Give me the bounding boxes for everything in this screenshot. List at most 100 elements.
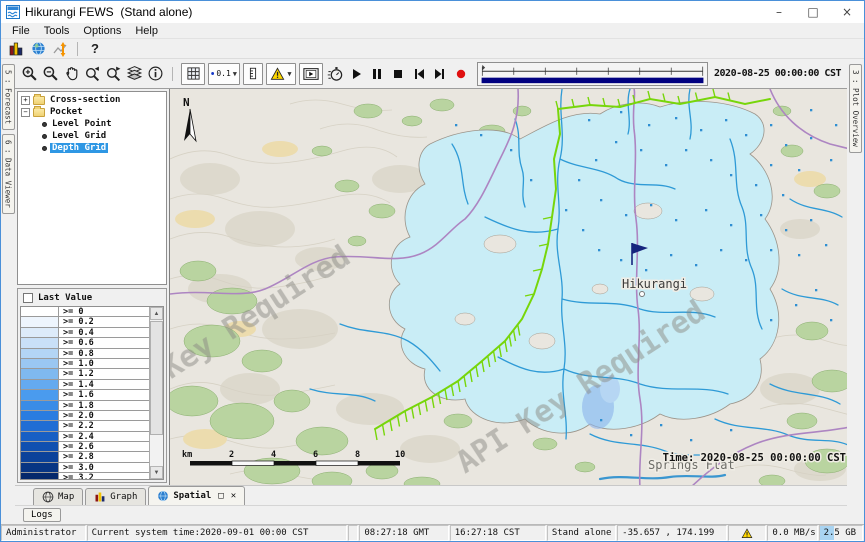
legend-row[interactable]: >= 0.8 (21, 349, 149, 359)
explorer-button[interactable] (5, 40, 27, 58)
info-button[interactable] (145, 62, 165, 86)
timestep-button[interactable] (325, 62, 345, 86)
legend-row[interactable]: >= 1.2 (21, 369, 149, 379)
legend-row[interactable]: >= 2.2 (21, 421, 149, 431)
scalebar-button[interactable] (243, 63, 263, 85)
collapse-icon[interactable]: − (21, 108, 30, 117)
zoom-out-button[interactable] (40, 62, 60, 86)
map-display-button[interactable] (27, 40, 49, 58)
legend-scrollbar[interactable]: ▲ ▼ (149, 307, 163, 479)
spatial-close-button[interactable]: ✕ (231, 491, 236, 501)
legend-row[interactable]: >= 0.2 (21, 317, 149, 327)
legend-label: >= 0.8 (59, 349, 149, 358)
grid-button[interactable] (181, 63, 205, 85)
grid-icon (186, 66, 201, 81)
tree-item-pocket[interactable]: − Pocket (18, 106, 166, 118)
menu-item-help[interactable]: Help (128, 25, 165, 37)
last-value-label: Last Value (38, 293, 92, 303)
scroll-up-icon[interactable]: ▲ (150, 307, 163, 320)
stop-button[interactable] (388, 62, 408, 86)
tab-plot-overview[interactable]: 3 : Plot Overview (849, 64, 862, 153)
stopwatch-icon (327, 65, 344, 82)
point-size-dropdown[interactable]: 0.1 ▼ (208, 63, 240, 85)
legend-swatch (21, 369, 59, 378)
status-system-time: Current system time:2020-09-01 00:00 CST (87, 525, 348, 541)
data-viewer-panel: + Cross-section − Pocket Level Point (15, 89, 169, 485)
animation-button[interactable] (299, 63, 323, 85)
tree-item-depth-grid[interactable]: Depth Grid (18, 142, 166, 154)
maximize-button[interactable]: □ (796, 1, 830, 23)
menu-item-options[interactable]: Options (76, 25, 128, 37)
zoom-previous-button[interactable] (82, 62, 102, 86)
svg-text:10: 10 (395, 450, 405, 460)
tab-map[interactable]: Map (33, 488, 83, 505)
tab-spatial[interactable]: Spatial □ ✕ (148, 486, 245, 505)
legend-row[interactable]: >= 1.0 (21, 359, 149, 369)
spatial-float-button[interactable]: □ (218, 491, 223, 501)
status-warning[interactable] (728, 525, 767, 541)
menu-item-file[interactable]: File (5, 25, 37, 37)
menu-item-tools[interactable]: Tools (37, 25, 77, 37)
logs-button[interactable]: Logs (23, 508, 61, 522)
tab-forecast[interactable]: 5 : Forecast (2, 64, 15, 130)
play-button[interactable] (346, 62, 366, 86)
scrollbar-thumb[interactable] (150, 321, 163, 435)
pause-icon (370, 67, 384, 81)
status-mode: Stand alone (547, 525, 616, 541)
bullet-icon (42, 122, 47, 127)
legend-swatch (21, 432, 59, 441)
map-toolbar: 0.1 ▼ ▼ (15, 59, 847, 89)
layers-button[interactable] (124, 62, 144, 86)
logs-row: Logs (15, 505, 847, 524)
last-frame-button[interactable] (430, 62, 450, 86)
legend-row[interactable]: >= 3.0 (21, 463, 149, 473)
zoom-next-button[interactable] (103, 62, 123, 86)
map-canvas[interactable]: API Key Required API Key Required Hikura… (170, 89, 847, 485)
scroll-down-icon[interactable]: ▼ (150, 466, 163, 479)
timeseries-button[interactable] (49, 40, 71, 58)
legend-label: >= 0.2 (59, 317, 149, 326)
last-value-checkbox[interactable] (23, 293, 33, 303)
first-frame-button[interactable] (409, 62, 429, 86)
tree-item-level-grid[interactable]: Level Grid (18, 130, 166, 142)
legend-row[interactable]: >= 1.6 (21, 390, 149, 400)
app-icon (6, 5, 20, 19)
legend-swatch (21, 473, 59, 480)
minimize-button[interactable]: – (762, 1, 796, 23)
zoom-next-icon (105, 65, 122, 82)
tree-item-cross-section[interactable]: + Cross-section (18, 94, 166, 106)
legend-row[interactable]: >= 0.6 (21, 338, 149, 348)
tab-graph[interactable]: Graph (85, 488, 146, 505)
legend-swatch (21, 442, 59, 451)
legend-row[interactable]: >= 2.6 (21, 442, 149, 452)
close-button[interactable]: × (830, 1, 864, 23)
legend-label: >= 0 (59, 307, 149, 316)
tree-item-level-point[interactable]: Level Point (18, 118, 166, 130)
legend-row[interactable]: >= 3.2 (21, 473, 149, 480)
globe-icon (42, 491, 54, 503)
zoom-in-button[interactable] (19, 62, 39, 86)
warning-icon (741, 528, 753, 539)
status-gmt-time: 08:27:18 GMT (359, 525, 448, 541)
warning-dropdown[interactable]: ▼ (266, 63, 296, 85)
legend-row[interactable]: >= 0.4 (21, 328, 149, 338)
bullet-icon (42, 134, 47, 139)
legend-row[interactable]: >= 2.8 (21, 452, 149, 462)
pan-button[interactable] (61, 62, 81, 86)
legend-row[interactable]: >= 1.4 (21, 380, 149, 390)
help-button[interactable]: ? (84, 40, 106, 58)
svg-text:4: 4 (271, 450, 276, 460)
chevron-down-icon: ▼ (233, 70, 237, 78)
tab-data-viewer[interactable]: 6 : Data Viewer (2, 134, 15, 214)
record-button[interactable] (451, 62, 471, 86)
legend-label: >= 3.0 (59, 463, 149, 472)
town-marker[interactable] (640, 292, 645, 297)
legend-row[interactable]: >= 2.4 (21, 432, 149, 442)
legend-row[interactable]: >= 1.8 (21, 401, 149, 411)
legend-row[interactable]: >= 2.0 (21, 411, 149, 421)
legend-row[interactable]: >= 0 (21, 307, 149, 317)
legend-swatch (21, 380, 59, 389)
timeline-slider[interactable] (477, 62, 708, 86)
expand-icon[interactable]: + (21, 96, 30, 105)
pause-button[interactable] (367, 62, 387, 86)
